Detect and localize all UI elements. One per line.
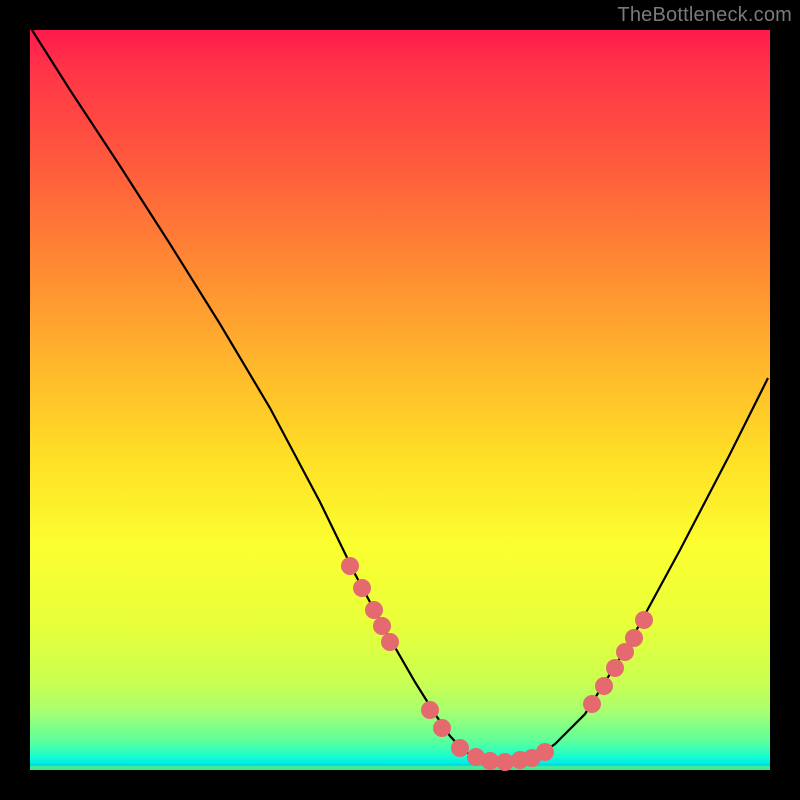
marker-dot bbox=[536, 743, 554, 761]
marker-dot bbox=[421, 701, 439, 719]
marker-dot bbox=[341, 557, 359, 575]
marker-dot bbox=[373, 617, 391, 635]
marker-dot bbox=[606, 659, 624, 677]
chart-frame: TheBottleneck.com bbox=[0, 0, 800, 800]
marker-dot bbox=[365, 601, 383, 619]
curve-line bbox=[32, 30, 768, 762]
marker-dot bbox=[451, 739, 469, 757]
marker-dots bbox=[341, 557, 653, 771]
marker-dot bbox=[625, 629, 643, 647]
watermark-text: TheBottleneck.com bbox=[617, 4, 792, 27]
marker-dot bbox=[353, 579, 371, 597]
marker-dot bbox=[433, 719, 451, 737]
marker-dot bbox=[381, 633, 399, 651]
chart-svg bbox=[30, 30, 770, 770]
marker-dot bbox=[635, 611, 653, 629]
marker-dot bbox=[583, 695, 601, 713]
marker-dot bbox=[595, 677, 613, 695]
